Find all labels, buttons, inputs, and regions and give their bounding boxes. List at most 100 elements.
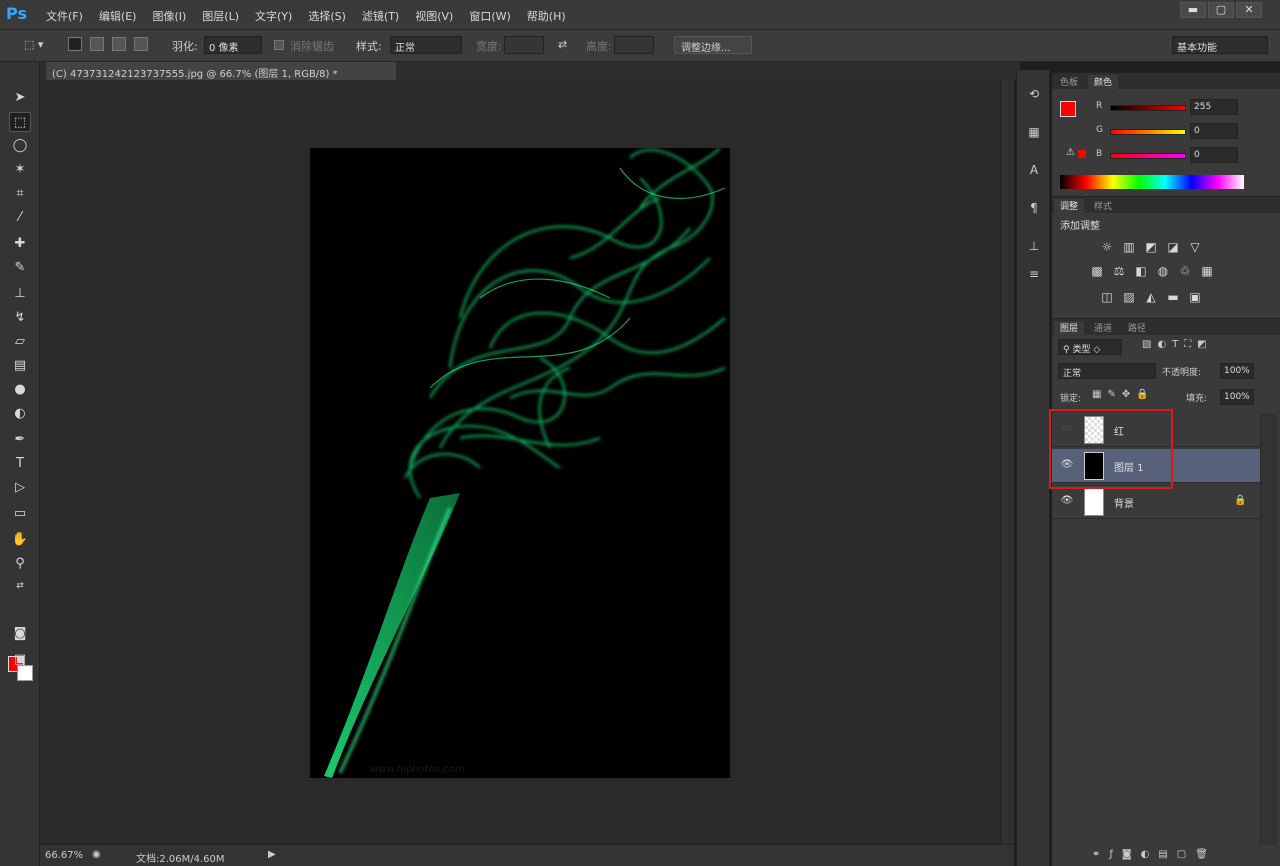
- layer-filter-icons[interactable]: ▧◐T⛶◩: [1142, 339, 1213, 350]
- channel-mixer-icon[interactable]: ♲: [1176, 263, 1194, 279]
- gradient-tool-icon[interactable]: ▤: [9, 356, 31, 376]
- brightness-contrast-icon[interactable]: ☼: [1098, 239, 1116, 255]
- lock-icons[interactable]: ▦✎✥🔒: [1092, 389, 1155, 400]
- style-select[interactable]: 正常: [390, 36, 462, 54]
- refine-edge-button[interactable]: 调整边缘...: [674, 36, 752, 54]
- blur-tool-icon[interactable]: ●: [9, 380, 31, 400]
- tab-channels[interactable]: 通道: [1088, 321, 1118, 334]
- layer-visibility-icon[interactable]: 👁: [1060, 495, 1074, 509]
- menu-window[interactable]: 窗口(W): [469, 8, 510, 24]
- layers-footer-icons[interactable]: ⚭ƒ◙◐▤▢🗑: [1092, 849, 1217, 860]
- menu-file[interactable]: 文件(F): [46, 8, 83, 24]
- status-info-icon[interactable]: ◉: [92, 849, 101, 860]
- antialias-checkbox[interactable]: [274, 40, 284, 50]
- menu-type[interactable]: 文字(Y): [255, 8, 292, 24]
- subtract-selection-icon[interactable]: [112, 37, 126, 51]
- color-spectrum-ramp[interactable]: [1060, 175, 1244, 189]
- crop-tool-icon[interactable]: ⌗: [9, 184, 31, 204]
- fill-input[interactable]: 100%: [1220, 389, 1254, 405]
- opacity-input[interactable]: 100%: [1220, 363, 1254, 379]
- quick-mask-icon[interactable]: ◙: [9, 624, 31, 644]
- menu-filter[interactable]: 滤镜(T): [362, 8, 399, 24]
- pen-tool-icon[interactable]: ✒: [9, 430, 31, 450]
- layers-scrollbar[interactable]: [1260, 413, 1278, 845]
- curves-icon[interactable]: ◩: [1142, 239, 1160, 255]
- hand-tool-icon[interactable]: ✋: [9, 530, 31, 550]
- intersect-selection-icon[interactable]: [134, 37, 148, 51]
- new-selection-icon[interactable]: [68, 37, 82, 51]
- menu-edit[interactable]: 编辑(E): [99, 8, 137, 24]
- black-white-icon[interactable]: ◧: [1132, 263, 1150, 279]
- blue-value[interactable]: 0: [1190, 147, 1238, 163]
- invert-icon[interactable]: ◫: [1098, 289, 1116, 305]
- status-menu-arrow-icon[interactable]: ▶: [268, 849, 276, 860]
- menu-select[interactable]: 选择(S): [308, 8, 346, 24]
- red-value[interactable]: 255: [1190, 99, 1238, 115]
- eraser-tool-icon[interactable]: ▱: [9, 332, 31, 352]
- character-panel-icon[interactable]: A: [1024, 160, 1044, 180]
- history-panel-icon[interactable]: ⟲: [1024, 84, 1044, 104]
- brush-tool-icon[interactable]: ✎: [9, 258, 31, 278]
- brush-presets-icon[interactable]: ≡: [1024, 264, 1044, 284]
- close-button[interactable]: ✕: [1236, 2, 1262, 18]
- color-balance-icon[interactable]: ⚖: [1110, 263, 1128, 279]
- rect-marquee-tool-icon[interactable]: ⬚: [9, 112, 31, 132]
- type-tool-icon[interactable]: T: [9, 454, 31, 474]
- hue-saturation-icon[interactable]: ▩: [1088, 263, 1106, 279]
- rectangle-tool-icon[interactable]: ▭: [9, 504, 31, 524]
- green-slider[interactable]: [1110, 129, 1186, 135]
- tab-adjustments[interactable]: 调整: [1054, 199, 1085, 213]
- tab-styles[interactable]: 样式: [1088, 199, 1118, 212]
- tab-paths[interactable]: 路径: [1122, 321, 1152, 334]
- properties-panel-icon[interactable]: ▦: [1024, 122, 1044, 142]
- magic-wand-tool-icon[interactable]: ✶: [9, 160, 31, 180]
- blue-slider[interactable]: [1110, 153, 1186, 159]
- threshold-icon[interactable]: ◭: [1142, 289, 1160, 305]
- levels-icon[interactable]: ▥: [1120, 239, 1138, 255]
- menu-layer[interactable]: 图层(L): [202, 8, 239, 24]
- zoom-level[interactable]: 66.67%: [45, 850, 83, 861]
- vibrance-icon[interactable]: ▽: [1186, 239, 1204, 255]
- maximize-button[interactable]: ▢: [1208, 2, 1234, 18]
- minimize-button[interactable]: ▬: [1180, 2, 1206, 18]
- gradient-map-icon[interactable]: ▬: [1164, 289, 1182, 305]
- photo-filter-icon[interactable]: ◍: [1154, 263, 1172, 279]
- exposure-icon[interactable]: ◪: [1164, 239, 1182, 255]
- path-selection-tool-icon[interactable]: ▷: [9, 478, 31, 498]
- history-brush-tool-icon[interactable]: ↯: [9, 308, 31, 328]
- feather-input[interactable]: 0 像素: [204, 36, 262, 54]
- vertical-scrollbar[interactable]: [1000, 80, 1014, 844]
- workspace-select[interactable]: 基本功能: [1172, 36, 1268, 54]
- swap-dimensions-icon[interactable]: ⇄: [558, 38, 567, 51]
- selective-color-icon[interactable]: ▣: [1186, 289, 1204, 305]
- dodge-tool-icon[interactable]: ◐: [9, 404, 31, 424]
- posterize-icon[interactable]: ▨: [1120, 289, 1138, 305]
- height-input[interactable]: [614, 36, 654, 54]
- add-selection-icon[interactable]: [90, 37, 104, 51]
- menu-help[interactable]: 帮助(H): [527, 8, 566, 24]
- lasso-tool-icon[interactable]: ◯: [9, 136, 31, 156]
- document-canvas[interactable]: www.hiphotos.com: [310, 148, 730, 778]
- layer-row[interactable]: 👁 背景 🔒: [1052, 485, 1260, 519]
- swap-colors-icon[interactable]: ⇄: [9, 576, 31, 596]
- healing-brush-tool-icon[interactable]: ✚: [9, 234, 31, 254]
- tool-presets-icon[interactable]: ⊥: [1024, 236, 1044, 256]
- eyedropper-tool-icon[interactable]: ⁄: [9, 208, 31, 228]
- green-value[interactable]: 0: [1190, 123, 1238, 139]
- tab-layers[interactable]: 图层: [1054, 321, 1085, 335]
- layer-filter-select[interactable]: ⚲ 类型 ◇: [1058, 339, 1122, 355]
- move-tool-icon[interactable]: ➤: [9, 88, 31, 108]
- marquee-preset-icon[interactable]: ⬚ ▾: [24, 38, 43, 51]
- screen-mode-icon[interactable]: ▣: [9, 650, 31, 670]
- menu-image[interactable]: 图像(I): [152, 8, 186, 24]
- tab-color[interactable]: 颜色: [1088, 75, 1119, 89]
- width-input[interactable]: [504, 36, 544, 54]
- color-lookup-icon[interactable]: ▦: [1198, 263, 1216, 279]
- paragraph-panel-icon[interactable]: ¶: [1024, 198, 1044, 218]
- menu-view[interactable]: 视图(V): [415, 8, 453, 24]
- blend-mode-select[interactable]: 正常: [1058, 363, 1156, 379]
- tab-swatches[interactable]: 色板: [1054, 75, 1084, 88]
- zoom-tool-icon[interactable]: ⚲: [9, 554, 31, 574]
- document-tab[interactable]: (C) 473731242123737555.jpg @ 66.7% (图层 1…: [46, 62, 396, 80]
- clone-stamp-tool-icon[interactable]: ⊥: [9, 284, 31, 304]
